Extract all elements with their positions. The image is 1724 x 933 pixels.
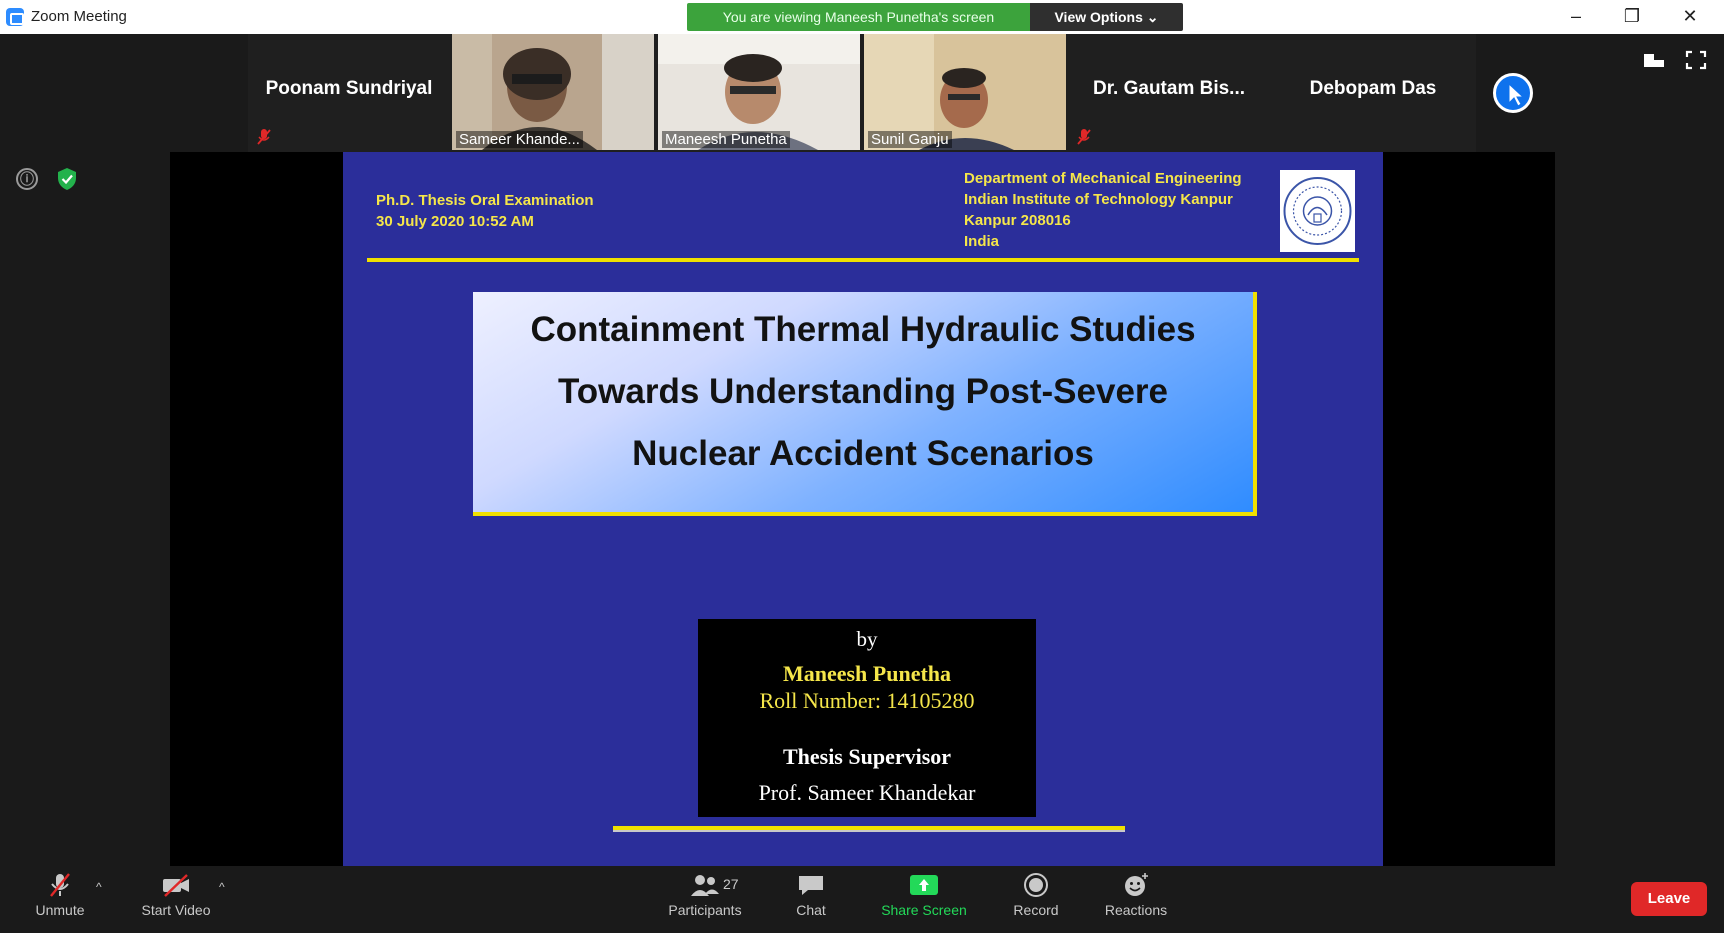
participant-gallery: Poonam Sundriyal Sameer Khande... Manees… <box>248 34 1476 152</box>
participant-video-tile[interactable]: Sunil Ganju <box>864 34 1066 150</box>
viewing-screen-banner: You are viewing Maneesh Punetha's screen <box>687 3 1030 31</box>
thesis-title-line: Containment Thermal Hydraulic Studies <box>530 310 1196 349</box>
author-box: by Maneesh Punetha Roll Number: 14105280… <box>698 619 1036 817</box>
participant-tile[interactable]: Dr. Gautam Bis... <box>1068 34 1270 150</box>
meeting-info-icon[interactable]: ⓘ <box>16 168 38 190</box>
exam-title: Ph.D. Thesis Oral Examination <box>376 192 594 209</box>
share-screen-icon <box>910 875 938 895</box>
meeting-toolbar: Unmute ^ Start Video ^ Participants Chat… <box>0 866 1724 933</box>
share-screen-label: Share Screen <box>881 902 967 918</box>
unmute-label: Unmute <box>35 902 85 918</box>
fullscreen-icon[interactable] <box>1685 50 1707 70</box>
iit-kanpur-seal-icon <box>1283 177 1352 245</box>
presentation-slide: Ph.D. Thesis Oral Examination 30 July 20… <box>343 152 1383 866</box>
view-options-button[interactable]: View Options ⌄ <box>1030 3 1183 31</box>
record-label: Record <box>1013 902 1059 918</box>
zoom-logo-icon <box>6 8 24 26</box>
participant-name: Debopam Das <box>1309 78 1437 99</box>
institute-name: Indian Institute of Technology Kanpur <box>964 191 1233 208</box>
supervisor-name: Prof. Sameer Khandekar <box>758 780 976 805</box>
thesis-title-line: Towards Understanding Post-Severe <box>557 372 1169 411</box>
record-icon <box>1024 873 1048 897</box>
roll-number: Roll Number: 14105280 <box>759 688 975 713</box>
security-shield-icon[interactable] <box>56 167 78 191</box>
unmute-button[interactable]: Unmute <box>28 866 92 933</box>
participant-name: Dr. Gautam Bis... <box>1092 78 1246 99</box>
share-screen-button[interactable]: Share Screen <box>876 866 972 933</box>
exam-date: 30 July 2020 10:52 AM <box>376 213 534 230</box>
cursor-icon <box>1508 82 1525 107</box>
country: India <box>964 233 1000 250</box>
participant-video-tile[interactable]: Maneesh Punetha <box>658 34 860 150</box>
city-pin: Kanpur 208016 <box>964 212 1071 229</box>
thesis-title-box: Containment Thermal Hydraulic Studies To… <box>473 292 1257 516</box>
microphone-muted-icon <box>50 873 70 897</box>
institute-info: Department of Mechanical Engineering Ind… <box>964 168 1242 252</box>
thesis-title-line: Nuclear Accident Scenarios <box>632 434 1094 473</box>
gallery-view-icon[interactable] <box>1643 50 1665 70</box>
record-button[interactable]: Record <box>1006 866 1066 933</box>
chat-bubble-icon <box>799 876 823 895</box>
start-video-label: Start Video <box>141 902 211 918</box>
participants-label: Participants <box>668 902 742 918</box>
reactions-label: Reactions <box>1104 902 1168 918</box>
author-name: Maneesh Punetha <box>782 661 952 686</box>
video-options-caret[interactable]: ^ <box>219 880 225 894</box>
video-camera-off-icon <box>163 874 189 897</box>
restore-button[interactable]: ❐ <box>1604 0 1660 34</box>
institute-logo <box>1280 170 1355 252</box>
participants-count: 27 <box>723 876 739 892</box>
participant-tile[interactable]: Debopam Das <box>1272 34 1474 150</box>
participant-name: Sameer Khande... <box>456 131 583 148</box>
supervisor-heading: Thesis Supervisor <box>782 744 952 769</box>
by-label: by <box>856 627 878 651</box>
participant-name: Poonam Sundriyal <box>265 78 433 99</box>
header-divider <box>367 258 1359 262</box>
minimize-button[interactable]: – <box>1548 0 1604 34</box>
reactions-button[interactable]: Reactions <box>1099 866 1173 933</box>
participant-name: Sunil Ganju <box>868 131 952 148</box>
participants-icon <box>691 875 719 896</box>
participant-tile[interactable]: Poonam Sundriyal <box>248 34 450 150</box>
mic-muted-icon <box>1077 129 1091 145</box>
title-bar: Zoom Meeting You are viewing Maneesh Pun… <box>0 0 1724 34</box>
annotate-pointer-button[interactable] <box>1493 73 1533 113</box>
leave-button[interactable]: Leave <box>1631 882 1707 916</box>
participant-name: Maneesh Punetha <box>662 131 790 148</box>
chat-button[interactable]: Chat <box>786 866 836 933</box>
participant-video-tile[interactable]: Sameer Khande... <box>452 34 654 150</box>
mic-muted-icon <box>257 129 271 145</box>
footer-divider <box>613 826 1125 832</box>
exam-info: Ph.D. Thesis Oral Examination 30 July 20… <box>376 190 594 232</box>
window-title: Zoom Meeting <box>31 8 127 25</box>
department-name: Department of Mechanical Engineering <box>964 170 1242 187</box>
start-video-button[interactable]: Start Video <box>134 866 218 933</box>
audio-options-caret[interactable]: ^ <box>96 880 102 894</box>
close-button[interactable]: ✕ <box>1662 0 1718 34</box>
chat-label: Chat <box>796 902 826 918</box>
reactions-emoji-icon <box>1125 873 1148 896</box>
